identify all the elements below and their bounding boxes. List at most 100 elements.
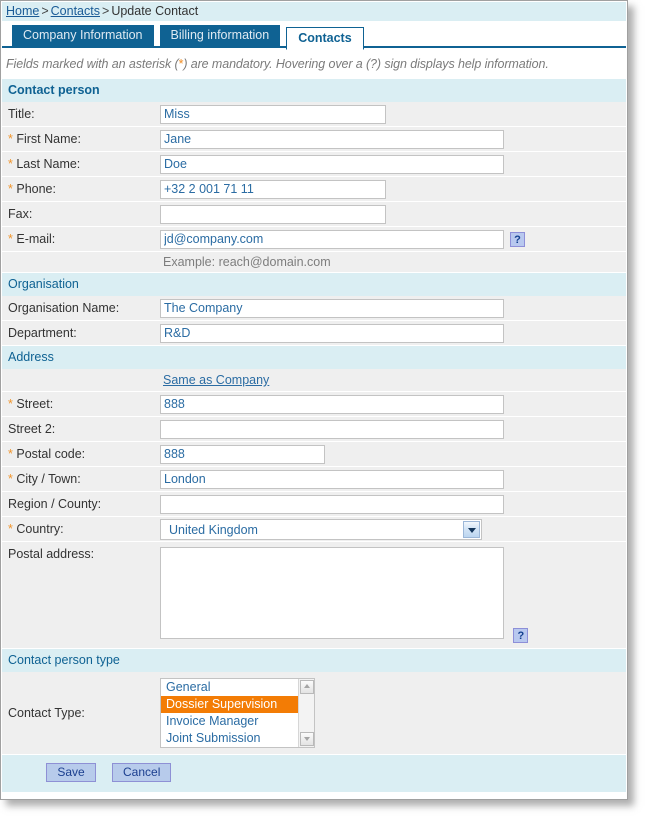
label-phone-text: Phone: [16,182,56,196]
scroll-up-arrow-icon[interactable] [300,680,314,694]
label-phone: * Phone: [2,182,160,196]
required-asterisk-icon: * [8,397,13,411]
breadcrumb-separator-2: > [102,4,110,18]
field-row-street2: Street 2: [2,417,626,442]
help-icon-postal-address[interactable]: ? [513,628,529,643]
input-email[interactable] [160,229,504,249]
breadcrumb-separator-1: > [41,4,49,18]
help-icon-email[interactable]: ? [510,231,525,247]
breadcrumb-link-home[interactable]: Home [6,4,39,18]
input-city[interactable] [160,469,504,489]
label-last-name: * Last Name: [2,157,160,171]
field-row-postal-address: Postal address: ? [2,542,626,649]
cancel-button[interactable]: Cancel [112,763,172,782]
required-asterisk-icon: * [8,157,13,171]
field-row-fax: Fax: [2,202,626,227]
field-row-city: * City / Town: [2,467,626,492]
field-row-country: * Country: United Kingdom [2,517,626,542]
required-asterisk-icon: * [8,182,13,196]
note-text-part2: ) are mandatory. Hovering over a (?) sig… [183,57,549,71]
field-row-last-name: * Last Name: [2,152,626,177]
label-email: * E-mail: [2,232,160,246]
input-department[interactable] [160,323,504,343]
note-text-part1: Fields marked with an asterisk ( [6,57,179,71]
input-first-name[interactable] [160,129,504,149]
application-window: Home > Contacts > Update Contact Company Inf… [0,0,628,800]
scroll-down-arrow-icon[interactable] [300,732,314,746]
tab-billing-information[interactable]: Billing information [159,25,281,46]
select-country[interactable]: United Kingdom [160,518,482,540]
list-item[interactable]: Invoice Manager [161,713,314,730]
label-country-text: Country: [16,522,64,536]
required-asterisk-icon: * [8,447,13,461]
required-asterisk-icon: * [8,522,13,536]
input-title[interactable] [160,104,386,124]
row-same-as-company: Same as Company [2,369,626,392]
section-header-address: Address [2,346,626,369]
input-fax[interactable] [160,204,386,224]
label-postal-code-text: Postal code: [16,447,86,461]
label-email-text: E-mail: [16,232,56,246]
field-row-email: * E-mail: ? [2,227,626,252]
label-last-name-text: Last Name: [16,157,81,171]
breadcrumb: Home > Contacts > Update Contact [2,2,626,21]
label-department: Department: [8,326,77,340]
list-item[interactable]: Dossier Supervision [161,696,314,713]
required-asterisk-icon: * [8,132,13,146]
chevron-down-icon[interactable] [463,520,480,538]
label-contact-type: Contact Type: [8,706,85,720]
label-first-name-text: First Name: [16,132,81,146]
label-postal-code: * Postal code: [2,447,160,461]
hint-row-email: Example: reach@domain.com [2,252,626,273]
label-organisation-name: Organisation Name: [8,301,120,315]
label-city-text: City / Town: [16,472,81,486]
label-street2: Street 2: [8,422,56,436]
label-city: * City / Town: [2,472,160,486]
listbox-scrollbar[interactable] [298,679,314,747]
label-first-name: * First Name: [2,132,160,146]
label-title: Title: [8,107,35,121]
field-row-organisation-name: Organisation Name: [2,296,626,321]
select-country-value: United Kingdom [169,522,258,537]
field-row-title: Title: [2,102,626,127]
label-street-text: Street: [16,397,54,411]
field-row-street: * Street: [2,392,626,417]
field-row-first-name: * First Name: [2,127,626,152]
required-asterisk-icon: * [8,472,13,486]
list-item[interactable]: Joint Submission [161,730,314,747]
input-street2[interactable] [160,419,504,439]
textarea-postal-address[interactable] [160,547,504,639]
list-item[interactable]: General [161,679,314,696]
field-row-phone: * Phone: [2,177,626,202]
breadcrumb-current-page: Update Contact [111,4,199,18]
section-header-contact-person-type: Contact person type [2,649,626,672]
field-row-postal-code: * Postal code: [2,442,626,467]
label-country: * Country: [2,522,160,536]
input-organisation-name[interactable] [160,298,504,318]
listbox-contact-type[interactable]: General Dossier Supervision Invoice Mana… [160,678,315,748]
mandatory-fields-note: Fields marked with an asterisk (*) are m… [2,48,626,79]
input-postal-code[interactable] [160,444,325,464]
field-row-contact-type: Contact Type: General Dossier Supervisio… [2,672,626,755]
input-last-name[interactable] [160,154,504,174]
field-row-department: Department: [2,321,626,346]
tab-contacts[interactable]: Contacts [286,27,364,50]
input-street[interactable] [160,394,504,414]
required-asterisk-icon: * [8,232,13,246]
label-street: * Street: [2,397,160,411]
field-row-region: Region / County: [2,492,626,517]
link-same-as-company[interactable]: Same as Company [160,373,269,387]
input-phone[interactable] [160,179,386,199]
save-button[interactable]: Save [46,763,96,782]
tab-company-information[interactable]: Company Information [12,25,154,46]
section-header-contact-person: Contact person [2,79,626,102]
hint-email-example: Example: reach@domain.com [163,255,331,269]
label-fax: Fax: [8,207,33,221]
label-region: Region / County: [8,497,102,511]
tab-bar: Company Information Billing information Co… [2,21,626,50]
breadcrumb-link-contacts[interactable]: Contacts [51,4,100,18]
input-region[interactable] [160,494,504,514]
label-postal-address: Postal address: [8,547,95,561]
form-footer: Save Cancel [2,755,626,792]
section-header-organisation: Organisation [2,273,626,296]
